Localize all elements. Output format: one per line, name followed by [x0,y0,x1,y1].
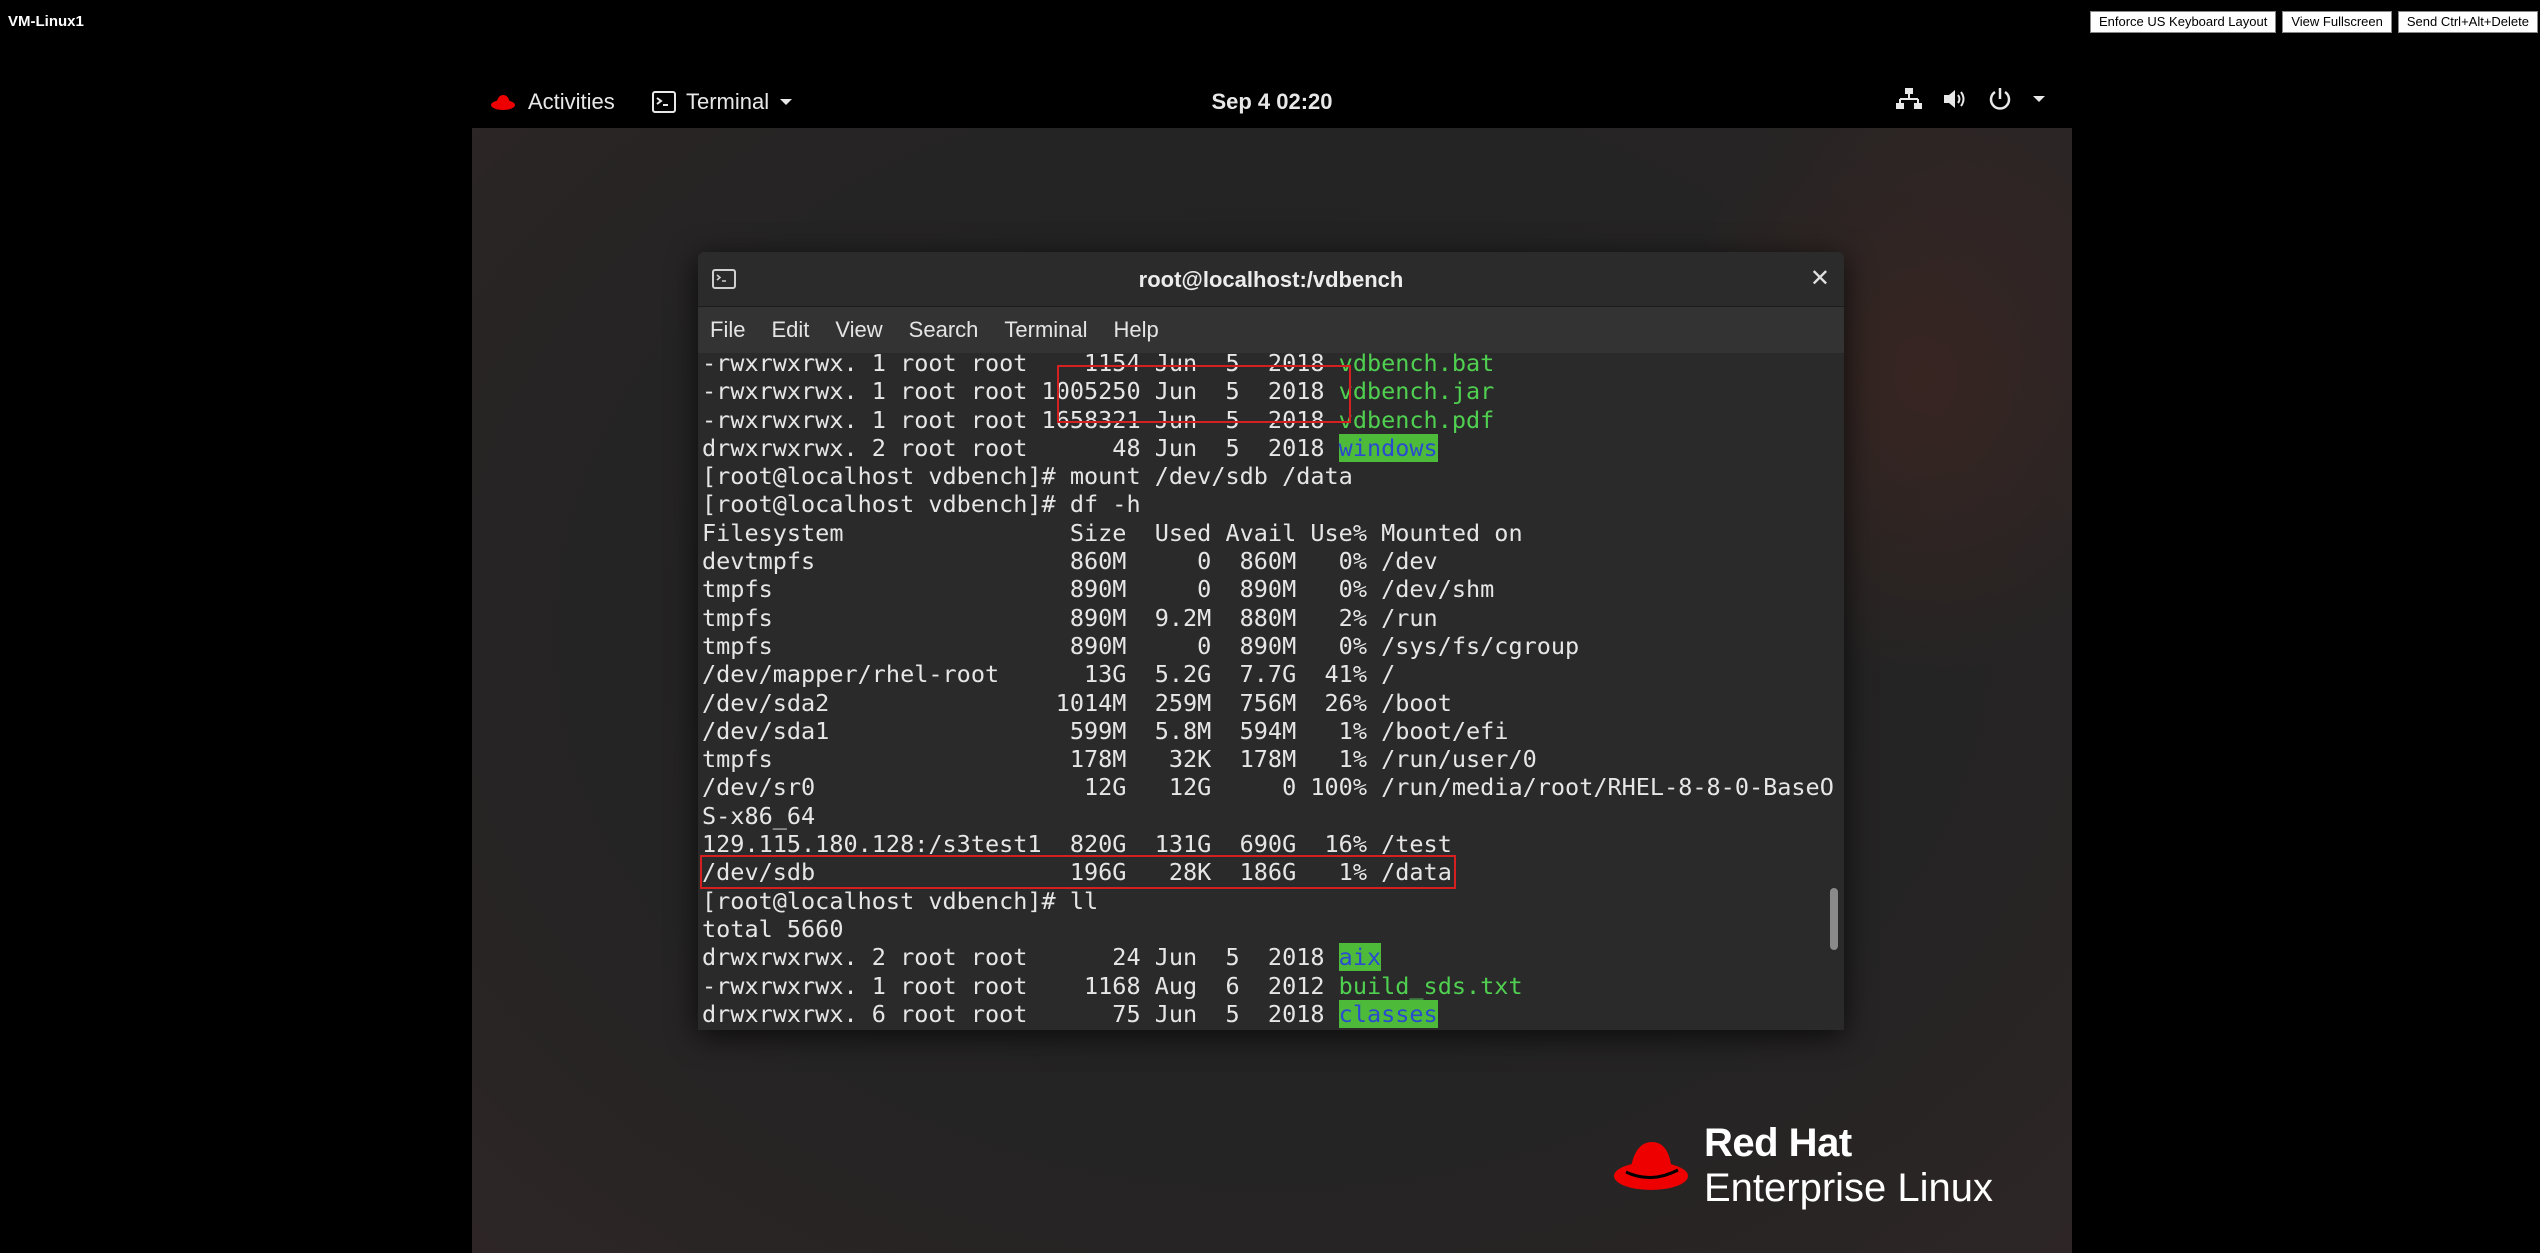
terminal-line-text: S-x86_64 [702,801,816,830]
terminal-window[interactable]: root@localhost:/vdbench ✕ File Edit View… [698,252,1844,1030]
logo-line1: Red Hat [1704,1121,1852,1165]
logo-line2: Enterprise Linux [1704,1166,1994,1210]
terminal-line-text: /dev/sr0 12G 12G 0 100% /run/media/root/… [702,773,1834,802]
file-name: vdbench.pdf [1338,405,1495,434]
view-fullscreen-button[interactable]: View Fullscreen [2282,11,2392,33]
terminal-line: /dev/sda1 599M 5.8M 594M 1% /boot/efi [702,717,1834,745]
terminal-line: /dev/mapper/rhel-root 13G 5.2G 7.7G 41% … [702,660,1834,688]
menu-file[interactable]: File [710,317,745,343]
terminal-title: root@localhost:/vdbench [1138,267,1404,292]
gnome-top-bar: Activities Terminal Sep 4 02:20 [472,78,2072,128]
file-name: build_sds.txt [1338,971,1523,1000]
highlight-box-sdb-row [700,855,1456,889]
terminal-line-text: drwxrwxrwx. 2 root root 48 Jun 5 2018 [702,433,1339,462]
terminal-line: [root@localhost vdbench]# mount /dev/sdb… [702,462,1834,490]
terminal-line-text: [root@localhost vdbench]# df -h [702,490,1141,519]
terminal-line-text: drwxrwxrwx. 6 root root 75 Jun 5 2018 [702,999,1339,1028]
terminal-line: /dev/sda2 1014M 259M 756M 26% /boot [702,689,1834,717]
volume-icon [1944,90,1965,108]
terminal-line: tmpfs 890M 0 890M 0% /dev/shm [702,575,1834,603]
file-name: vdbench.jar [1338,377,1495,406]
terminal-lines: -rwxrwxrwx. 1 root root 1154 Jun 5 2018 … [702,349,1834,1028]
menu-view[interactable]: View [835,317,882,343]
enforce-us-keyboard-button[interactable]: Enforce US Keyboard Layout [2089,11,2277,33]
terminal-line: -rwxrwxrwx. 1 root root 1168 Aug 6 2012 … [702,972,1834,1000]
menu-help[interactable]: Help [1114,317,1159,343]
terminal-line-text: tmpfs 890M 9.2M 880M 2% /run [702,603,1438,632]
send-ctrl-alt-delete-button[interactable]: Send Ctrl+Alt+Delete [2397,11,2538,33]
terminal-line: tmpfs 890M 9.2M 880M 2% /run [702,604,1834,632]
terminal-titlebar[interactable]: root@localhost:/vdbench ✕ [698,252,1844,307]
desktop: root@localhost:/vdbench ✕ File Edit View… [472,128,2072,1253]
terminal-line: drwxrwxrwx. 6 root root 75 Jun 5 2018 cl… [702,999,1834,1028]
terminal-line-text: -rwxrwxrwx. 1 root root 1168 Aug 6 2012 [702,971,1339,1000]
highlight-box-commands [1057,365,1351,423]
terminal-line: drwxrwxrwx. 2 root root 48 Jun 5 2018 wi… [702,433,1834,462]
scrollbar-thumb[interactable] [1830,888,1838,950]
redhat-hat-icon [1614,1142,1688,1190]
file-name: windows [1338,433,1438,462]
menu-edit[interactable]: Edit [771,317,809,343]
power-icon [1989,88,2011,110]
terminal-line-text: [root@localhost vdbench]# mount /dev/sdb… [702,462,1353,491]
terminal-line-text: tmpfs 890M 0 890M 0% /dev/shm [702,575,1495,604]
network-icon [1896,88,1922,109]
terminal-line: /dev/sr0 12G 12G 0 100% /run/media/root/… [702,773,1834,801]
vm-toolbar: Enforce US Keyboard Layout View Fullscre… [2089,11,2538,33]
terminal-line: drwxrwxrwx. 2 root root 24 Jun 5 2018 ai… [702,943,1834,972]
menu-search[interactable]: Search [909,317,979,343]
terminal-line-text: /dev/mapper/rhel-root 13G 5.2G 7.7G 41% … [702,660,1396,689]
terminal-line-text: /dev/sda1 599M 5.8M 594M 1% /boot/efi [702,716,1509,745]
terminal-line: tmpfs 890M 0 890M 0% /sys/fs/cgroup [702,632,1834,660]
scrollbar[interactable] [1828,353,1840,1030]
file-name: aix [1338,943,1382,972]
clock[interactable]: Sep 4 02:20 [472,89,2072,115]
terminal-line-text: tmpfs 178M 32K 178M 1% /run/user/0 [702,745,1537,774]
close-icon[interactable]: ✕ [1810,264,1830,293]
terminal-line: Filesystem Size Used Avail Use% Mounted … [702,519,1834,547]
terminal-output[interactable]: -rwxrwxrwx. 1 root root 1154 Jun 5 2018 … [698,349,1844,1030]
terminal-line-text: Filesystem Size Used Avail Use% Mounted … [702,518,1523,547]
chevron-down-icon [2033,96,2045,102]
terminal-menubar: File Edit View Search Terminal Help [698,307,1844,354]
terminal-line: S-x86_64 [702,802,1834,830]
terminal-line: tmpfs 178M 32K 178M 1% /run/user/0 [702,745,1834,773]
terminal-line-text: drwxrwxrwx. 2 root root 24 Jun 5 2018 [702,943,1339,972]
clock-label: Sep 4 02:20 [1211,89,1333,114]
terminal-line-text: total 5660 [702,914,844,943]
vm-title: VM-Linux1 [8,13,84,30]
terminal-line-text: 129.115.180.128:/s3test1 820G 131G 690G … [702,830,1452,859]
system-menu[interactable] [1896,87,2046,111]
file-name: vdbench.bat [1338,349,1495,377]
terminal-line-text: /dev/sda2 1014M 259M 756M 26% /boot [702,688,1452,717]
file-name: classes [1338,999,1438,1028]
terminal-line-text: tmpfs 890M 0 890M 0% /sys/fs/cgroup [702,631,1580,660]
terminal-line: [root@localhost vdbench]# df -h [702,490,1834,518]
menu-terminal[interactable]: Terminal [1004,317,1087,343]
terminal-line: [root@localhost vdbench]# ll [702,887,1834,915]
terminal-line-text: devtmpfs 860M 0 860M 0% /dev [702,547,1438,576]
redhat-logo: Red Hat Enterprise Linux [1612,1121,1993,1211]
terminal-line-text: [root@localhost vdbench]# ll [702,886,1099,915]
terminal-line: devtmpfs 860M 0 860M 0% /dev [702,547,1834,575]
terminal-line: total 5660 [702,915,1834,943]
